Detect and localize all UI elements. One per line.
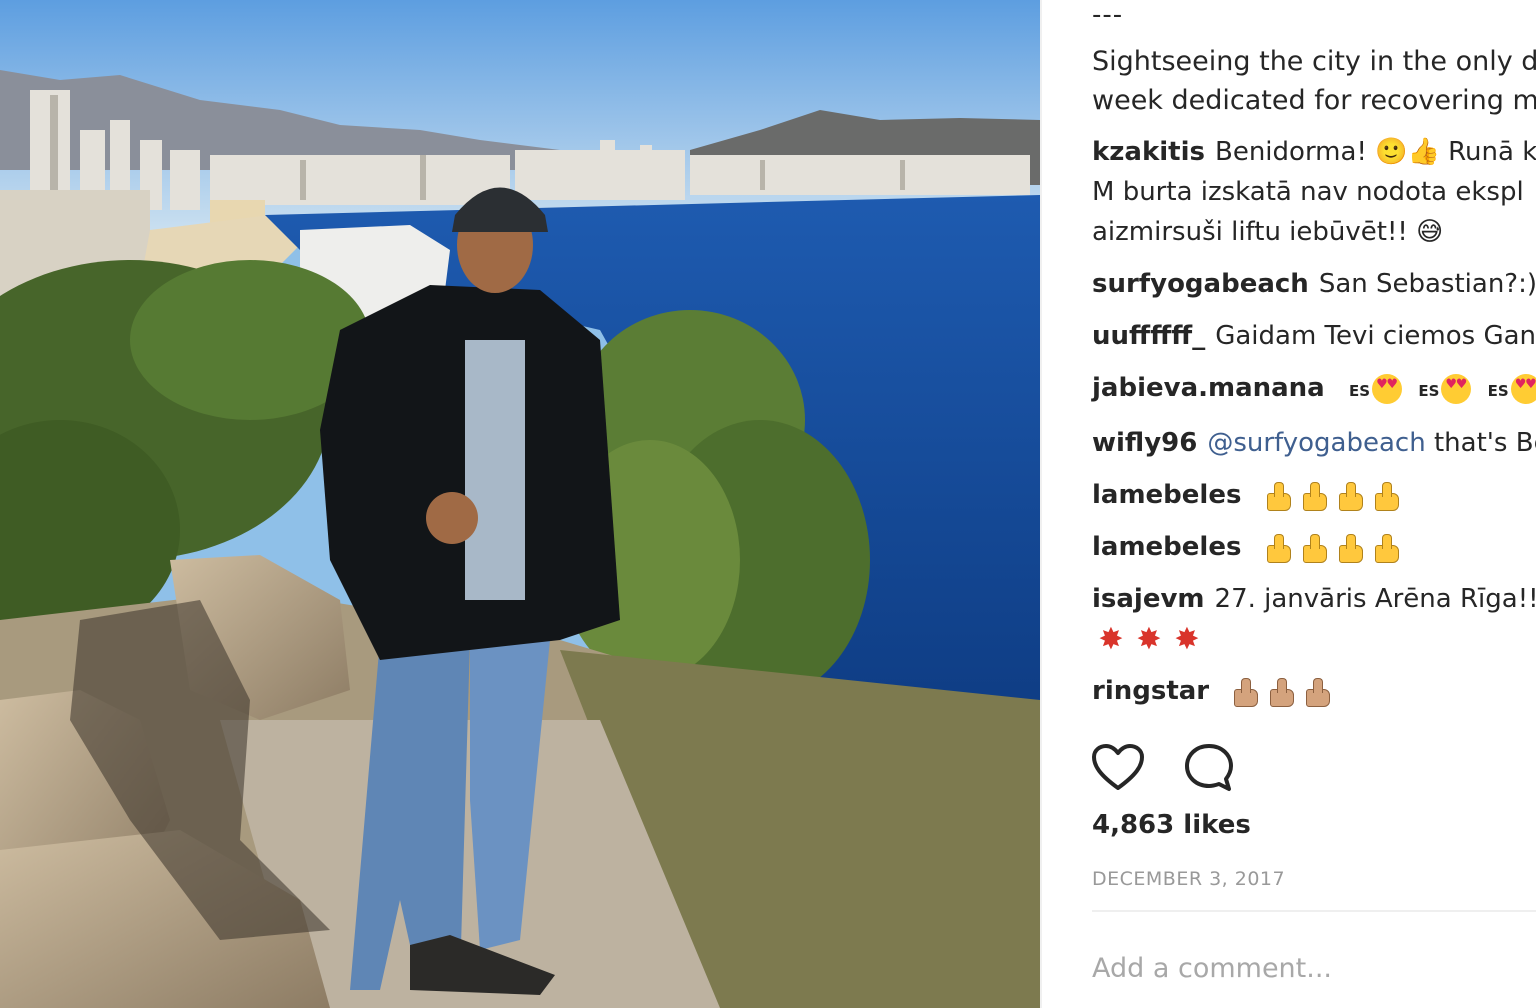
post-date[interactable]: DECEMBER 3, 2017 (1092, 868, 1285, 890)
comment-text: 27. janvāris Arēna Rīga!!!, (1214, 584, 1536, 614)
thumbs-up-icon (1335, 533, 1365, 563)
thumbs-up-icon (1230, 677, 1260, 707)
thumbs-up-icon (1302, 677, 1332, 707)
like-button[interactable] (1090, 742, 1146, 794)
heart-eyes-emoji-icon: ♥ ♥ (1510, 373, 1536, 404)
comment-username[interactable]: wifly96 (1092, 428, 1197, 458)
comment-username[interactable]: surfyogabeach (1092, 269, 1309, 299)
comment-button[interactable] (1181, 742, 1237, 794)
comment-text: M burta izskatā nav nodota ekspl (1092, 177, 1524, 207)
comment-item: isajevm 27. janvāris Arēna Rīga!!!, ✸ ✸ ✸ (1092, 579, 1536, 659)
comment-item: surfyogabeach San Sebastian?:)es (1092, 264, 1536, 304)
post-caption: Sightseeing the city in the only da week… (1092, 42, 1536, 120)
comment-text: San Sebastian?:)es (1318, 269, 1536, 299)
comment-item: jabieva.manana ES ♥ ♥ ES ♥ ♥ ES ♥ ♥ (1092, 368, 1536, 411)
caption-line: week dedicated for recovering my (1092, 85, 1536, 116)
comment-username[interactable]: kzakitis (1092, 137, 1205, 167)
thumbs-up-icon (1371, 481, 1401, 511)
comment-item: lamebeles (1092, 527, 1536, 567)
comment-text: Gaidam Tevi ciemos Gan (1215, 321, 1536, 351)
heart-eyes-emoji-icon: ♥ ♥ (1441, 373, 1472, 404)
speech-bubble-icon (1185, 744, 1234, 791)
comment-username[interactable]: lamebeles (1092, 532, 1241, 562)
comment-username[interactable]: ringstar (1092, 676, 1209, 706)
heart-outline-icon (1092, 744, 1144, 790)
comment-mention-link[interactable]: @surfyogabeach (1207, 428, 1425, 458)
thumbs-up-icon (1371, 533, 1401, 563)
thumbs-up-icon (1263, 481, 1293, 511)
comment-text: that's Be (1433, 428, 1536, 458)
post-actions (1090, 742, 1267, 798)
post-photo[interactable] (0, 0, 1040, 1008)
caption-line: Sightseeing the city in the only da (1092, 46, 1536, 77)
thumbs-up-icon (1335, 481, 1365, 511)
comment-username[interactable]: uuffffff_ (1092, 321, 1205, 351)
comment-item: uuffffff_ Gaidam Tevi ciemos Gan (1092, 316, 1536, 356)
collision-icon: ✸ (1174, 621, 1200, 657)
comment-username[interactable]: jabieva.manana (1092, 373, 1325, 403)
add-comment-input[interactable] (1092, 940, 1522, 996)
collision-icon: ✸ (1098, 621, 1124, 657)
comment-item: lamebeles (1092, 475, 1536, 515)
thumbs-up-icon (1266, 677, 1296, 707)
caption-separator: --- (1092, 0, 1124, 30)
comment-item: wifly96 @surfyogabeach that's Be (1092, 423, 1536, 463)
post-side-panel: --- Sightseeing the city in the only da … (1042, 0, 1536, 1008)
thumbs-up-icon (1263, 533, 1293, 563)
comment-item: ringstar (1092, 671, 1536, 711)
comment-item: kzakitis Benidorma! 🙂👍 Runā k M burta izs… (1092, 132, 1536, 252)
thumbs-up-icon (1299, 481, 1329, 511)
es-label: ES (1349, 382, 1371, 400)
photo-scene (0, 0, 1040, 1008)
comment-divider (1092, 910, 1536, 912)
es-label: ES (1418, 382, 1440, 400)
comment-username[interactable]: lamebeles (1092, 480, 1241, 510)
collision-icon: ✸ (1136, 621, 1162, 657)
comment-list: kzakitis Benidorma! 🙂👍 Runā k M burta izs… (1092, 132, 1536, 723)
comment-text: aizmirsuši liftu iebūvēt!! 😅 (1092, 217, 1444, 247)
comment-text: Benidorma! 🙂👍 Runā k (1215, 137, 1536, 167)
es-label: ES (1487, 382, 1509, 400)
heart-eyes-emoji-icon: ♥ ♥ (1372, 373, 1403, 404)
comment-username[interactable]: isajevm (1092, 584, 1205, 614)
like-count[interactable]: 4,863 likes (1092, 810, 1251, 840)
thumbs-up-icon (1299, 533, 1329, 563)
